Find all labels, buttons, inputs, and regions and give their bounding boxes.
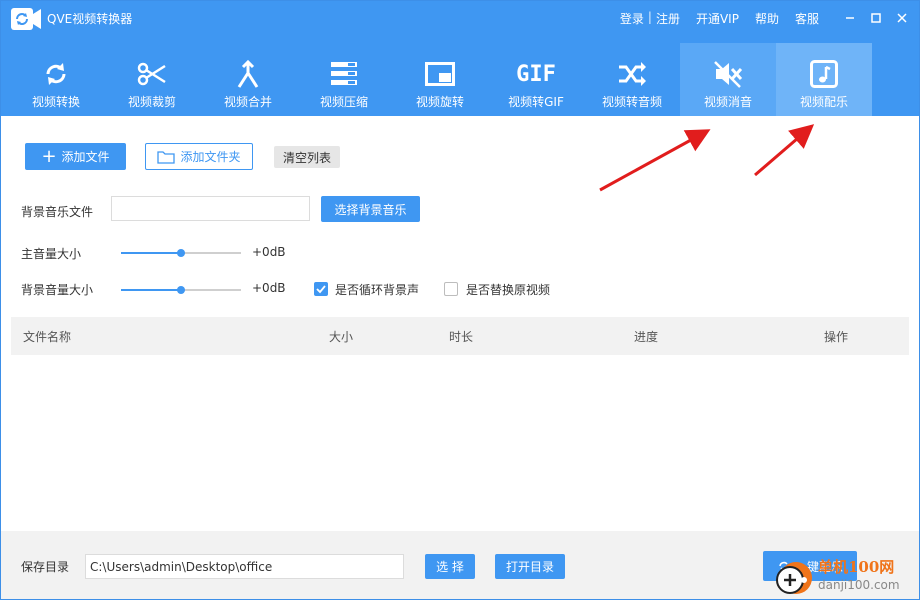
- minimize-button[interactable]: [841, 7, 859, 29]
- bg-music-field[interactable]: [111, 196, 310, 221]
- tool-video-mute[interactable]: 视频消音: [680, 43, 776, 116]
- save-dir-label: 保存目录: [21, 560, 70, 574]
- tool-label: 视频合并: [223, 95, 272, 109]
- app-logo-icon: [11, 8, 41, 30]
- clear-list-button[interactable]: 清空列表: [274, 146, 340, 168]
- tool-video-merge[interactable]: 视频合并: [200, 43, 296, 116]
- tool-label: 视频转音频: [601, 95, 662, 109]
- bg-volume-slider[interactable]: [121, 285, 241, 295]
- main-volume-slider[interactable]: [121, 248, 241, 258]
- vip-link[interactable]: 开通VIP: [696, 10, 739, 27]
- tool-video-cut[interactable]: 视频裁剪: [104, 43, 200, 116]
- tool-video-music[interactable]: 视频配乐: [776, 43, 872, 116]
- add-file-label: 添加文件: [61, 150, 110, 164]
- compress-icon: [329, 59, 359, 89]
- watermark: 单机100网 danji100.com: [770, 556, 920, 600]
- maximize-button[interactable]: [867, 7, 885, 29]
- title-bar: QVE视频转换器 登录 | 注册 开通VIP 帮助 客服: [1, 1, 919, 35]
- choose-dir-button[interactable]: 选 择: [425, 554, 475, 579]
- link-separator: |: [647, 10, 652, 24]
- shuffle-icon: [617, 59, 647, 89]
- add-folder-button[interactable]: 添加文件夹: [145, 143, 253, 170]
- login-link[interactable]: 登录: [620, 10, 644, 27]
- window-controls: [841, 7, 911, 29]
- column-header-progress: 进度: [634, 330, 659, 344]
- tool-label: 视频裁剪: [127, 95, 176, 109]
- tool-video-to-audio[interactable]: 视频转音频: [584, 43, 680, 116]
- tool-label: 视频消音: [703, 95, 752, 109]
- music-note-icon: [809, 59, 839, 89]
- bg-volume-value: +0dB: [252, 281, 286, 295]
- save-path-field[interactable]: C:\Users\admin\Desktop\office: [85, 554, 404, 579]
- slider-knob[interactable]: [177, 249, 185, 257]
- tool-label: 视频配乐: [799, 95, 848, 109]
- add-file-button[interactable]: + 添加文件: [25, 143, 126, 170]
- tool-label: 视频压缩: [319, 95, 368, 109]
- app-window: QVE视频转换器 登录 | 注册 开通VIP 帮助 客服 视频转换 视频裁剪 视…: [0, 0, 920, 600]
- open-dir-button[interactable]: 打开目录: [495, 554, 565, 579]
- loop-bg-label: 是否循环背景声: [335, 283, 420, 297]
- slider-fill: [121, 252, 181, 254]
- watermark-text: 单机100网: [818, 558, 895, 576]
- check-icon: [316, 285, 326, 294]
- tool-label: 视频转换: [31, 95, 80, 109]
- replace-video-checkbox[interactable]: [444, 282, 458, 296]
- bg-music-label: 背景音乐文件: [21, 205, 94, 219]
- tool-label: 视频转GIF: [508, 95, 564, 109]
- loop-bg-checkbox[interactable]: [314, 282, 328, 296]
- select-bg-music-button[interactable]: 选择背景音乐: [321, 196, 420, 222]
- column-header-name: 文件名称: [23, 330, 72, 344]
- watermark-logo-icon: [776, 562, 812, 594]
- main-volume-label: 主音量大小: [21, 247, 82, 261]
- folder-icon: [157, 150, 176, 164]
- add-folder-label: 添加文件夹: [180, 150, 241, 164]
- file-list: [11, 355, 909, 527]
- app-title: QVE视频转换器: [47, 12, 133, 26]
- function-toolbar: 视频转换 视频裁剪 视频合并 视频压缩 视频旋转 GIF 视频转GIF 视频转音…: [8, 43, 872, 116]
- tool-video-to-gif[interactable]: GIF 视频转GIF: [488, 43, 584, 116]
- file-table-header: 文件名称 大小 时长 进度 操作: [11, 317, 909, 355]
- tool-video-convert[interactable]: 视频转换: [8, 43, 104, 116]
- top-links: 登录 | 注册 开通VIP 帮助 客服: [620, 10, 819, 27]
- help-link[interactable]: 帮助: [755, 10, 779, 27]
- tool-video-compress[interactable]: 视频压缩: [296, 43, 392, 116]
- slider-fill: [121, 289, 181, 291]
- service-link[interactable]: 客服: [795, 10, 819, 27]
- rotate-icon: [425, 59, 455, 89]
- close-button[interactable]: [893, 7, 911, 29]
- tool-video-rotate[interactable]: 视频旋转: [392, 43, 488, 116]
- column-header-size: 大小: [329, 330, 354, 344]
- header: QVE视频转换器 登录 | 注册 开通VIP 帮助 客服 视频转换 视频裁剪 视…: [1, 1, 919, 116]
- tool-label: 视频旋转: [415, 95, 464, 109]
- refresh-icon: [41, 59, 71, 89]
- merge-icon: [233, 59, 263, 89]
- column-header-action: 操作: [824, 330, 849, 344]
- plus-icon: +: [41, 145, 57, 167]
- scissors-icon: [137, 59, 167, 89]
- bg-volume-label: 背景音量大小: [21, 283, 94, 297]
- mute-icon: [713, 59, 743, 89]
- replace-video-label: 是否替换原视频: [466, 283, 551, 297]
- main-volume-value: +0dB: [252, 245, 286, 259]
- register-link[interactable]: 注册: [656, 10, 680, 27]
- column-header-duration: 时长: [449, 330, 474, 344]
- slider-knob[interactable]: [177, 286, 185, 294]
- gif-icon: GIF: [516, 61, 556, 87]
- watermark-url: danji100.com: [818, 578, 900, 592]
